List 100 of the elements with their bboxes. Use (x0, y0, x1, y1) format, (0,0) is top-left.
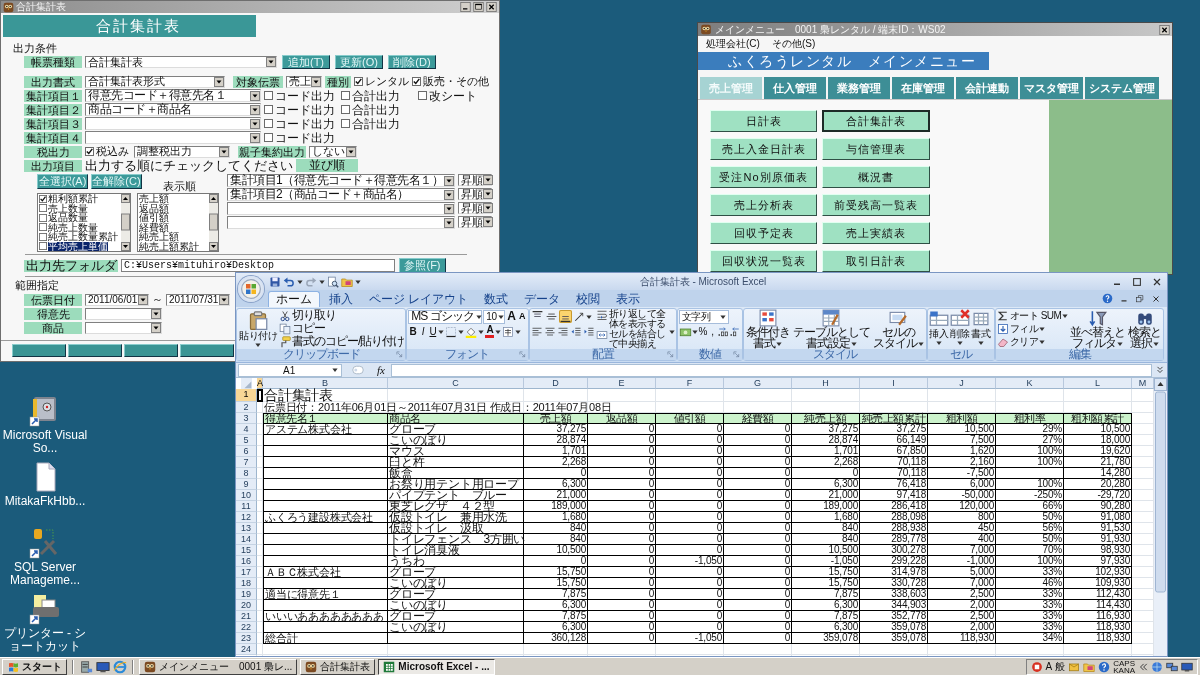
ribbon-tab[interactable]: 表示 (609, 291, 648, 307)
style-button[interactable]: 条件付き 書式 (744, 309, 791, 349)
list-item[interactable]: 売上数量 (48, 203, 88, 213)
report-button[interactable]: 売上分析表 (710, 194, 817, 216)
column-header[interactable]: F (656, 378, 724, 389)
format-painter-button[interactable]: 書式のコピー/貼り付け (279, 335, 405, 348)
dropdown-field[interactable]: 昇順 (458, 188, 492, 200)
checkbox[interactable] (341, 105, 350, 114)
tab[interactable]: 業務管理 (828, 77, 890, 99)
report-button[interactable]: 売上実績表 (822, 222, 930, 244)
list-item[interactable]: 純売上数量 (48, 222, 98, 232)
checkbox-label[interactable]: 合計出力 (352, 89, 400, 102)
checkbox-label[interactable]: レンタル (365, 76, 409, 87)
report-button[interactable]: 概況書 (822, 166, 930, 188)
dropdown-field[interactable]: 昇順 (458, 202, 492, 214)
column-header[interactable]: L (1064, 378, 1132, 389)
underline-button[interactable]: U (428, 325, 438, 338)
report-button[interactable]: 売上入金日計表 (710, 138, 817, 160)
checkbox[interactable] (418, 91, 427, 100)
dropdown-field[interactable] (85, 117, 261, 130)
tab[interactable]: システム管理 (1085, 77, 1159, 99)
dropdown-field[interactable]: 商品コード＋商品名 (85, 103, 261, 116)
server-icon[interactable] (79, 659, 93, 674)
function-key-button[interactable] (68, 344, 122, 357)
dropdown-field[interactable] (227, 216, 455, 229)
ime-indicator[interactable]: A (1045, 660, 1053, 673)
cells-button[interactable]: 挿入 (928, 309, 949, 346)
shortcut-label[interactable]: プリンター - ショートカット (0, 627, 90, 653)
report-button[interactable]: 日計表 (710, 110, 817, 132)
row-header[interactable]: 3 (236, 413, 257, 424)
report-button[interactable]: 取引日計表 (822, 250, 930, 272)
cells-button[interactable]: 書式 (970, 309, 991, 346)
menu-item[interactable]: 処理会社(C) (706, 37, 760, 49)
paint-bucket-icon[interactable] (465, 325, 478, 338)
dropdown-field[interactable]: 集計項目1（得意先コード＋得意先名１） (227, 174, 455, 187)
italic-button[interactable]: I (418, 325, 428, 338)
checkbox-label[interactable]: 合計出力 (352, 117, 400, 130)
checkbox[interactable] (39, 194, 47, 203)
column-header[interactable]: B (263, 378, 388, 389)
checkbox[interactable] (39, 242, 47, 251)
checkbox[interactable] (264, 105, 273, 114)
checkbox[interactable] (354, 77, 363, 86)
taskbar-button[interactable]: Microsoft Excel - ... (378, 658, 495, 675)
style-button[interactable]: セルの スタイル (871, 309, 925, 349)
report-button[interactable]: 受注No別原価表 (710, 166, 817, 188)
taskbar-button[interactable]: メインメニュー 0001 梟レ... (139, 658, 298, 675)
bold-button[interactable]: B (408, 325, 418, 338)
report-button[interactable]: 合計集計表 (822, 110, 930, 132)
find-select-button[interactable]: 検索と 選択 (1127, 309, 1163, 349)
checkbox[interactable] (264, 133, 273, 142)
folder-path-field[interactable]: C:¥Users¥mituhiro¥Desktop (121, 259, 395, 272)
ribbon-tab[interactable]: ホーム (268, 291, 320, 307)
checkbox-label[interactable]: 合計出力 (352, 103, 400, 116)
row-header[interactable]: 22 (236, 622, 257, 633)
align-middle-icon[interactable] (544, 310, 558, 323)
dropdown-arrow-icon[interactable] (483, 189, 493, 199)
checkbox-label[interactable]: コード出力 (275, 103, 335, 116)
column-header[interactable]: C (388, 378, 524, 389)
function-key-button[interactable] (124, 344, 178, 357)
scrollbar[interactable] (209, 194, 218, 251)
save-icon[interactable] (269, 275, 281, 288)
row-header[interactable]: 11 (236, 501, 257, 512)
report-button[interactable]: 前受残高一覧表 (822, 194, 930, 216)
ime-indicator[interactable]: 般 (1055, 660, 1066, 673)
checkbox-label[interactable]: 税込み (96, 146, 129, 157)
dropdown-field[interactable]: 合計集計表 (85, 56, 277, 68)
shortcut-label[interactable]: Microsoft Visual So... (0, 429, 90, 455)
shortcut-label[interactable]: MitakaFkHbb... (4, 495, 86, 508)
paste-button[interactable]: 貼り付け (238, 309, 278, 348)
dropdown-field[interactable] (227, 202, 455, 215)
scrollbar[interactable] (121, 194, 130, 251)
minimize-icon[interactable] (460, 2, 471, 12)
column-header[interactable]: I (860, 378, 928, 389)
checkbox-label[interactable]: コード出力 (275, 117, 335, 130)
list-item[interactable]: 粗利額累計 (48, 194, 98, 204)
dropdown-field[interactable]: 調整税出力 (134, 145, 230, 158)
row-header[interactable]: 8 (236, 468, 257, 479)
column-header[interactable]: D (524, 378, 588, 389)
monitor-icon[interactable] (96, 659, 110, 674)
outdent-icon[interactable] (569, 325, 582, 338)
copy-button[interactable]: コピー (279, 322, 405, 335)
row-header[interactable]: 9 (236, 479, 257, 490)
dropdown-field[interactable]: 集計項目2（商品コード＋商品名） (227, 188, 455, 201)
close-icon[interactable] (1151, 294, 1161, 304)
undo-icon[interactable] (283, 275, 295, 288)
dropdown-field[interactable]: 昇順 (458, 216, 492, 228)
fill-button[interactable]: フィル (996, 322, 1069, 335)
row-header[interactable]: 2 (236, 402, 257, 413)
menu-item[interactable]: その他(S) (771, 37, 816, 49)
align-left-icon[interactable] (530, 325, 543, 338)
checkbox[interactable] (264, 119, 273, 128)
checkbox[interactable] (39, 223, 47, 232)
dropdown-arrow-icon[interactable] (266, 57, 276, 67)
name-box[interactable]: A1 (238, 363, 342, 377)
row-header[interactable]: 17 (236, 567, 257, 578)
ribbon-tab[interactable]: 数式 (477, 291, 516, 307)
list-item[interactable]: 純売上額 (139, 232, 179, 242)
checkbox-label[interactable]: コード出力 (275, 131, 335, 144)
checkbox[interactable] (264, 91, 273, 100)
stop-icon[interactable] (1030, 660, 1043, 673)
